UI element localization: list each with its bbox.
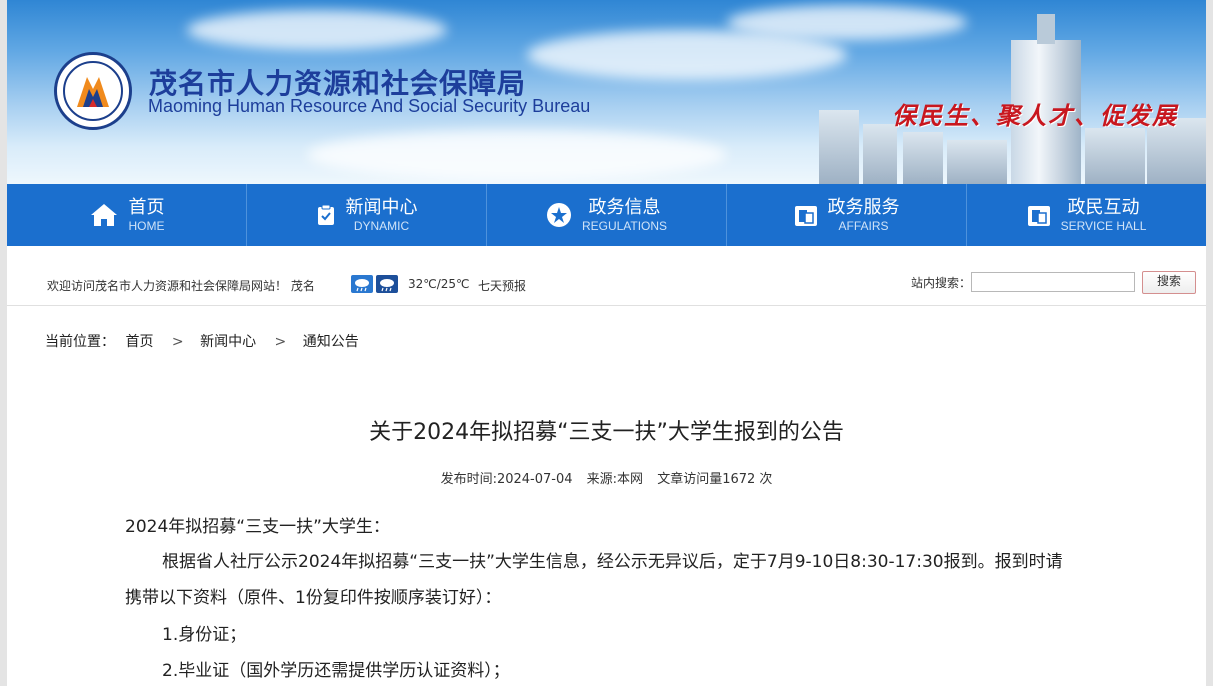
nav-sublabel: DYNAMIC [353, 219, 410, 233]
cloud-decoration [727, 5, 967, 40]
article-paragraph: 携带以下资料（原件、1份复印件按顺序装订好）： [125, 588, 502, 608]
info-bar: 欢迎访问茂名市人力资源和社会保障局网站！ 茂名 32℃/25℃ 七天预报 站内搜… [7, 246, 1206, 306]
nav-label: 新闻中心 [345, 197, 418, 218]
page: 茂名市人力资源和社会保障局 Maoming Human Resource And… [7, 0, 1206, 686]
article-title: 关于2024年拟招募“三支一扶”大学生报到的公告 [369, 420, 844, 445]
search-input[interactable] [971, 272, 1135, 292]
view-count: 文章访问量1672 次 [657, 472, 773, 487]
rain-weather-icon [351, 275, 373, 293]
main-nav: 首页 HOME 新闻中心 DYNAMIC 政务信息 REGULATIONS 政务… [7, 184, 1206, 246]
breadcrumb: 当前位置： 首页 > 新闻中心 > 通知公告 [45, 331, 359, 351]
nav-item-news[interactable]: 新闻中心 DYNAMIC [247, 184, 487, 246]
nav-item-home[interactable]: 首页 HOME [7, 184, 247, 246]
nav-item-affairs[interactable]: 政务服务 AFFAIRS [727, 184, 967, 246]
breadcrumb-label: 当前位置： [45, 334, 115, 350]
breadcrumb-separator: > [274, 334, 287, 350]
nav-sublabel: AFFAIRS [838, 219, 889, 233]
clipboard-icon [317, 204, 334, 225]
home-icon [90, 204, 117, 226]
site-banner: 茂名市人力资源和社会保障局 Maoming Human Resource And… [7, 0, 1206, 184]
site-title-english: Maoming Human Resource And Social Securi… [148, 96, 591, 116]
breadcrumb-home[interactable]: 首页 [125, 331, 153, 351]
bureau-logo[interactable] [54, 52, 132, 130]
article-meta: 发布时间:2024-07-04 来源:本网 文章访问量1672 次 [7, 468, 1206, 487]
welcome-text: 欢迎访问茂名市人力资源和社会保障局网站！ 茂名 [47, 279, 315, 293]
breadcrumb-news[interactable]: 新闻中心 [200, 331, 256, 351]
nav-sublabel: REGULATIONS [581, 219, 668, 233]
search-label: 站内搜索： [911, 276, 972, 290]
breadcrumb-separator: > [171, 334, 184, 350]
documents-icon [794, 206, 817, 226]
breadcrumb-notices[interactable]: 通知公告 [303, 331, 359, 351]
article-salutation: 2024年拟招募“三支一扶”大学生： [125, 517, 390, 537]
publish-date: 发布时间:2024-07-04 [440, 472, 573, 487]
rain-weather-icon [376, 275, 398, 293]
article-source: 来源:本网 [586, 472, 644, 487]
star-icon [546, 203, 571, 227]
nav-label: 政务信息 [588, 197, 661, 218]
forecast-link[interactable]: 七天预报 [478, 277, 526, 294]
search-button[interactable]: 搜索 [1142, 271, 1196, 294]
article-list-item: 1.身份证； [162, 625, 247, 645]
logo-emblem-icon [77, 77, 109, 107]
nav-label: 政民互动 [1067, 197, 1140, 218]
cloud-decoration [307, 130, 727, 180]
cloud-decoration [187, 10, 447, 50]
nav-item-interaction[interactable]: 政民互动 SERVICE HALL [967, 184, 1206, 246]
nav-label: 首页 [128, 197, 165, 218]
slogan: 保民生、聚人才、促发展 [892, 101, 1178, 130]
temperature-text: 32℃/25℃ [408, 277, 470, 291]
nav-label: 政务服务 [827, 197, 900, 218]
article-list-item: 2.毕业证（国外学历还需提供学历认证资料）； [162, 661, 510, 681]
documents-icon [1027, 206, 1050, 226]
nav-item-regulations[interactable]: 政务信息 REGULATIONS [487, 184, 727, 246]
nav-sublabel: SERVICE HALL [1060, 219, 1147, 233]
article-paragraph: 根据省人社厅公示2024年拟招募“三支一扶”大学生信息，经公示无异议后，定于7月… [162, 552, 1063, 572]
nav-sublabel: HOME [128, 219, 165, 233]
